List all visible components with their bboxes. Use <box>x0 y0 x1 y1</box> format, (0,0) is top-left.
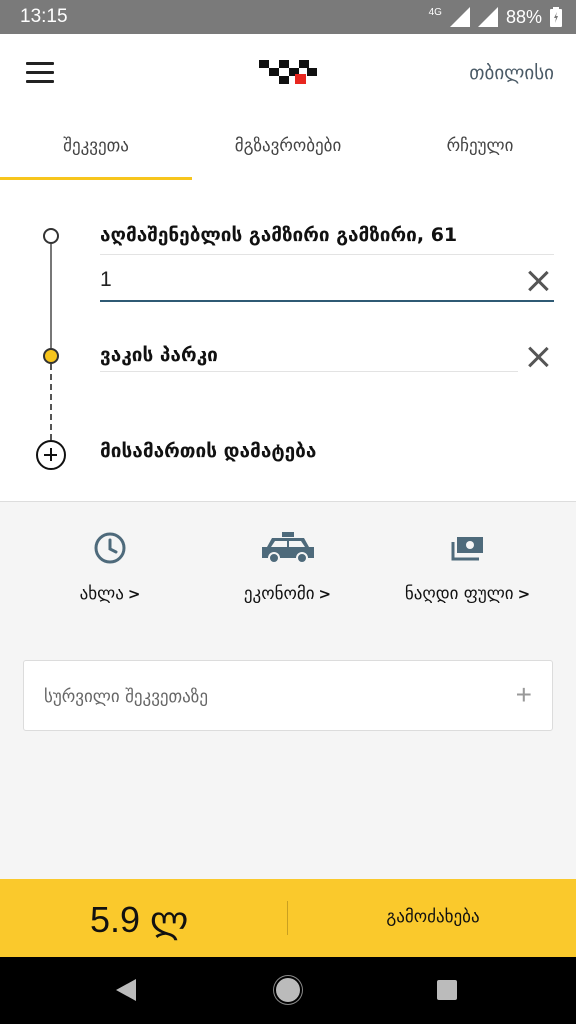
time-option-label: ახლა <box>79 584 124 604</box>
destination-address[interactable]: ვაკის პარკი <box>100 344 518 372</box>
battery-icon <box>550 7 562 27</box>
order-wishes-field[interactable]: სურვილი შეკვეთაზე + <box>23 660 553 731</box>
chevron-right-icon: > <box>318 585 332 603</box>
tab-trips[interactable]: მგზავრობები <box>192 116 384 180</box>
add-circle-icon[interactable] <box>36 440 66 470</box>
close-icon[interactable] <box>527 346 549 368</box>
car-icon <box>261 532 314 564</box>
signal-icon <box>449 7 470 27</box>
wifi-signal-icon <box>477 7 498 27</box>
cash-icon <box>451 537 483 561</box>
call-taxi-button[interactable]: გამოძახება <box>290 879 576 957</box>
system-nav-bar <box>0 957 576 1024</box>
entrance-input[interactable]: 1 <box>100 264 554 302</box>
tariff-option-label: ეკონომი <box>243 584 315 604</box>
pickup-address[interactable]: აღმაშენებლის გამზირი გამზირი, 61 <box>100 224 554 255</box>
route-line <box>50 244 52 348</box>
tariff-option[interactable]: ეკონომი > <box>215 530 360 604</box>
tab-order[interactable]: შეკვეთა <box>0 116 192 180</box>
menu-icon[interactable] <box>26 62 54 84</box>
divider <box>287 901 288 935</box>
order-wishes-placeholder: სურვილი შეკვეთაზე <box>44 687 208 707</box>
app-header: თბილისი <box>0 34 576 116</box>
home-icon[interactable] <box>276 978 300 1002</box>
route-panel: აღმაშენებლის გამზირი გამზირი, 61 1 ვაკის… <box>0 180 576 502</box>
destination-point-icon <box>43 348 59 364</box>
network-type: 4G <box>428 7 442 18</box>
status-icons: 4G 88% <box>429 4 562 30</box>
back-icon[interactable] <box>116 979 136 1001</box>
clock-icon <box>94 532 126 564</box>
tab-bar: შეკვეთა მგზავრობები რჩეული <box>0 116 576 180</box>
time-option[interactable]: ახლა > <box>50 530 170 604</box>
city-selector[interactable]: თბილისი <box>469 62 554 84</box>
plus-icon[interactable]: + <box>516 679 532 711</box>
payment-option-label: ნაღდი ფული <box>404 584 514 604</box>
tab-favorites[interactable]: რჩეული <box>384 116 576 180</box>
price-estimate: 5.9 ლ <box>90 899 189 940</box>
status-time: 13:15 <box>20 6 68 27</box>
chevron-right-icon: > <box>127 585 141 603</box>
route-dashed-line <box>50 364 52 440</box>
start-point-icon <box>43 228 59 244</box>
order-options: ახლა > ეკონომი > ნაღდი ფული > <box>0 530 576 620</box>
status-bar: 13:15 4G 88% <box>0 0 576 34</box>
chevron-right-icon: > <box>517 585 531 603</box>
close-icon[interactable] <box>527 270 549 292</box>
taxi-logo-icon <box>259 60 317 84</box>
add-address-button[interactable]: მისამართის დამატება <box>100 440 316 462</box>
recent-apps-icon[interactable] <box>437 980 457 1000</box>
battery-percent: 88% <box>505 6 542 27</box>
order-bar: 5.9 ლ გამოძახება <box>0 879 576 957</box>
payment-option[interactable]: ნაღდი ფული > <box>385 530 550 604</box>
